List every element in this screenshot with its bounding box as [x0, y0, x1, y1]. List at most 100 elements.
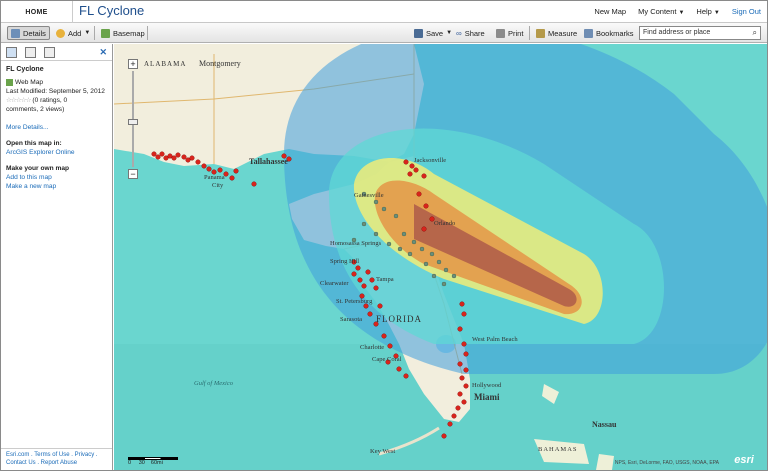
help-menu[interactable]: Help ▼: [696, 7, 719, 16]
map-canvas: [114, 44, 767, 470]
print-label: Print: [508, 28, 524, 38]
city-label-clearwater: Clearwater: [320, 280, 349, 287]
details-icon: [11, 28, 20, 38]
city-label-panama: Panama: [204, 174, 225, 181]
make-new-map-link[interactable]: Make a new map: [6, 182, 107, 191]
city-label-sarasota: Sarasota: [340, 316, 363, 323]
city-label-gainesville: Gainesville: [354, 192, 384, 199]
add-to-map-link[interactable]: Add to this map: [6, 173, 107, 182]
sidebar-tabs: ✕: [1, 44, 112, 61]
chevron-down-icon: ▼: [678, 10, 685, 16]
map-view[interactable]: + − ALABAMA Montgomery Tallahassee Jacks…: [114, 44, 767, 470]
details-button[interactable]: Details: [7, 26, 50, 40]
city-label-westpalm: West Palm Beach: [472, 336, 518, 343]
my-content-menu[interactable]: My Content ▼: [638, 7, 684, 16]
print-icon: [496, 28, 505, 38]
toolbar-divider: [147, 26, 148, 40]
city-label-capecoral: Cape Coral: [372, 356, 402, 363]
details-label: Details: [23, 28, 46, 38]
web-map-icon: [6, 78, 13, 86]
details-sidebar: ✕ FL Cyclone Web Map Last Modified: Sept…: [1, 44, 113, 470]
chevron-down-icon: ▼: [446, 30, 453, 36]
chevron-down-icon: ▼: [713, 10, 720, 16]
rating-text: (0 ratings, 0: [32, 97, 68, 104]
help-label: Help: [696, 7, 712, 16]
city-label-stpete: St. Petersburg: [336, 298, 373, 305]
sign-out-link[interactable]: Sign Out: [732, 7, 761, 16]
share-icon: ∞: [456, 28, 462, 38]
item-type-label: Web Map: [15, 79, 44, 86]
bookmarks-button[interactable]: Bookmarks: [581, 26, 637, 40]
make-heading: Make your own map: [6, 165, 70, 172]
add-label: Add: [68, 28, 82, 38]
city-label-city: City: [212, 182, 224, 189]
city-label-charlotte: Charlotte: [360, 344, 385, 351]
city-label-tallahassee: Tallahassee: [249, 157, 288, 166]
city-label-hollywood: Hollywood: [472, 382, 502, 389]
open-explorer-link[interactable]: ArcGIS Explorer Online: [6, 148, 107, 157]
bookmarks-label: Bookmarks: [596, 28, 634, 38]
basemap-label: Basemap: [113, 28, 145, 38]
city-label-homosassa: Homosassa Springs: [330, 240, 382, 247]
search-placeholder: Find address or place: [643, 29, 711, 36]
share-label: Share: [464, 28, 485, 38]
city-label-jacksonville: Jacksonville: [414, 157, 447, 164]
measure-button[interactable]: Measure: [533, 26, 580, 40]
bookmarks-icon: [584, 28, 593, 38]
map-title: FL Cyclone: [6, 66, 44, 73]
footer-links-2[interactable]: Contact Us . Report Abuse: [6, 459, 107, 467]
print-button[interactable]: Print: [493, 26, 526, 40]
country-label-bahamas: BAHAMAS: [538, 446, 578, 453]
search-input[interactable]: Find address or place ⌕: [639, 26, 761, 40]
scale-bar: 0 30 60mi: [128, 457, 178, 466]
basemap-button[interactable]: Basemap: [98, 26, 148, 40]
zoom-slider[interactable]: + −: [128, 59, 138, 179]
rating-text-2: comments, 2 views): [6, 106, 65, 113]
toolbar: Details Add ▼ Basemap Save ▼ ∞ Share Pri…: [1, 23, 767, 43]
save-button[interactable]: Save ▼: [411, 26, 455, 40]
city-label-tampa: Tampa: [376, 276, 394, 283]
sidebar-footer: Esri.com . Terms of Use . Privacy . Cont…: [1, 448, 112, 470]
tab-legend[interactable]: [44, 46, 55, 58]
basemap-icon: [101, 28, 110, 38]
chevron-down-icon: ▼: [84, 30, 91, 36]
zoom-in-button[interactable]: +: [128, 59, 138, 69]
measure-icon: [536, 28, 545, 38]
map-attribution: NPS, Esri, DeLorme, FAO, USGS, NOAA, EPA: [614, 460, 719, 466]
zoom-out-button[interactable]: −: [128, 169, 138, 179]
add-icon: [56, 28, 65, 38]
home-link[interactable]: HOME: [1, 1, 73, 23]
share-button[interactable]: ∞ Share: [453, 26, 488, 40]
footer-links-1[interactable]: Esri.com . Terms of Use . Privacy .: [6, 451, 107, 459]
rating-stars-icon[interactable]: ☆☆☆☆☆: [6, 97, 32, 104]
state-label-alabama: ALABAMA: [144, 60, 187, 68]
save-icon: [414, 28, 423, 38]
city-label-nassau: Nassau: [592, 420, 617, 429]
item-type: Web Map: [6, 78, 107, 87]
add-button[interactable]: Add ▼: [53, 26, 93, 40]
water-label-gulf: Gulf of Mexico: [194, 380, 233, 387]
open-heading: Open this map in:: [6, 140, 62, 147]
last-modified: Last Modified: September 5, 2012: [6, 88, 105, 95]
city-label-keywest: Key West: [370, 448, 396, 455]
state-label-florida: FLORIDA: [376, 314, 423, 324]
city-label-orlando: Orlando: [434, 220, 456, 227]
zoom-handle[interactable]: [128, 119, 138, 125]
toolbar-divider: [529, 26, 530, 40]
page-title: FL Cyclone: [79, 3, 145, 18]
city-label-springhill: Spring Hill: [330, 258, 360, 265]
save-label: Save: [426, 28, 444, 38]
top-nav: New Map My Content ▼ Help ▼ Sign Out: [594, 7, 761, 16]
scale-bar-label: 0 30 60mi: [128, 460, 163, 466]
tab-content[interactable]: [25, 46, 36, 58]
more-details-link[interactable]: More Details...: [6, 123, 107, 132]
rating-row: ☆☆☆☆☆ (0 ratings, 0: [6, 96, 107, 105]
tab-about[interactable]: [6, 46, 17, 58]
search-icon[interactable]: ⌕: [753, 28, 757, 38]
toolbar-divider: [94, 26, 95, 40]
close-icon[interactable]: ✕: [99, 47, 107, 58]
my-content-label: My Content: [638, 7, 677, 16]
city-label-miami: Miami: [474, 392, 500, 402]
measure-label: Measure: [548, 28, 578, 38]
new-map-link[interactable]: New Map: [594, 7, 626, 16]
